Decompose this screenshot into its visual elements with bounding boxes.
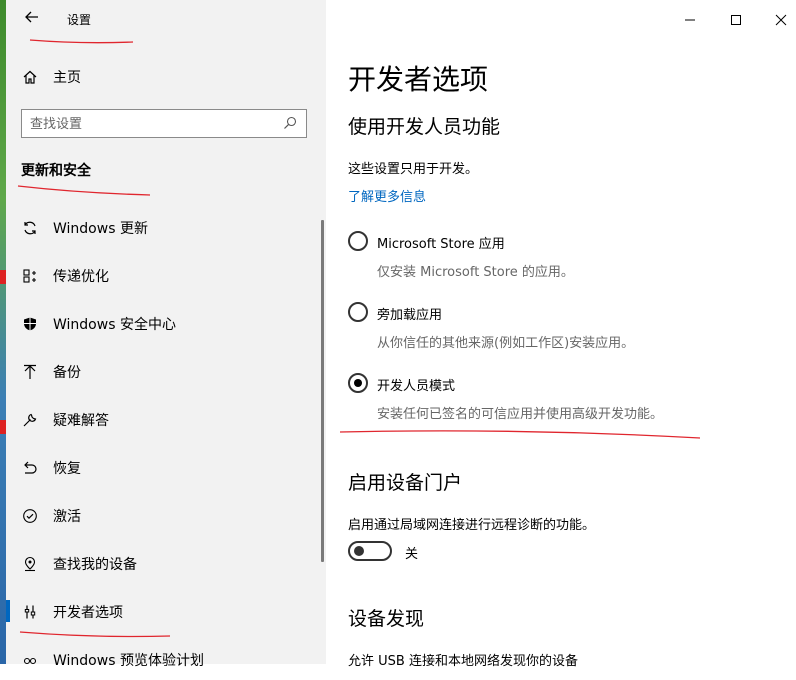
- device-portal-description: 启用通过局域网连接进行远程诊断的功能。: [348, 518, 596, 533]
- device-portal-heading: 启用设备门户: [348, 472, 463, 494]
- sidebar-item-label: 开发者选项: [53, 605, 123, 621]
- sidebar-item-label: 恢复: [53, 461, 81, 477]
- page-title: 开发者选项: [348, 63, 489, 96]
- sync-icon: [21, 219, 39, 237]
- radio-label[interactable]: Microsoft Store 应用: [377, 233, 505, 252]
- sidebar-item-backup[interactable]: 备份: [6, 352, 326, 392]
- sidebar-item-windows-security[interactable]: Windows 安全中心: [6, 304, 326, 344]
- sidebar-item-windows-insider[interactable]: Windows 预览体验计划: [6, 640, 326, 680]
- sidebar: 设置 主页 更新和安全 Windows 更新 传递优化 Windows 安全中心: [6, 0, 326, 669]
- radio-description: 仅安装 Microsoft Store 的应用。: [377, 265, 574, 280]
- sidebar-item-find-my-device[interactable]: 查找我的设备: [6, 544, 326, 584]
- sidebar-item-label: 激活: [53, 509, 81, 525]
- sidebar-item-label: Windows 预览体验计划: [53, 653, 204, 669]
- back-button[interactable]: [20, 8, 44, 32]
- device-discovery-heading: 设备发现: [348, 608, 425, 630]
- learn-more-link[interactable]: 了解更多信息: [348, 186, 426, 205]
- device-portal-toggle[interactable]: [348, 541, 392, 561]
- radio-sideload-apps[interactable]: [348, 302, 368, 322]
- find-device-icon: [21, 555, 39, 573]
- delivery-optimization-icon: [21, 267, 39, 285]
- toggle-state-label: 关: [405, 547, 419, 562]
- app-title: 设置: [67, 13, 92, 27]
- sidebar-item-label: 传递优化: [53, 269, 109, 285]
- search-input[interactable]: [30, 114, 270, 134]
- search-box[interactable]: [21, 109, 307, 138]
- sidebar-item-label: 主页: [53, 70, 81, 86]
- sidebar-item-label: 疑难解答: [53, 413, 109, 429]
- main-pane: 开发者选项 使用开发人员功能 这些设置只用于开发。 了解更多信息 Microso…: [326, 0, 796, 669]
- insider-icon: [21, 651, 39, 669]
- backup-arrow-icon: [21, 363, 39, 381]
- sidebar-item-activation[interactable]: 激活: [6, 496, 326, 536]
- sidebar-item-label: 查找我的设备: [53, 557, 137, 573]
- wrench-icon: [21, 411, 39, 429]
- section-title: 更新和安全: [21, 163, 91, 179]
- dev-features-heading: 使用开发人员功能: [348, 116, 501, 138]
- search-icon[interactable]: [282, 115, 300, 133]
- sidebar-item-developer-options[interactable]: 开发者选项: [6, 592, 326, 632]
- dev-only-text: 这些设置只用于开发。: [348, 162, 479, 177]
- maximize-icon: [731, 15, 741, 25]
- minimize-button[interactable]: [675, 6, 705, 34]
- radio-store-apps[interactable]: [348, 231, 368, 251]
- radio-developer-mode[interactable]: [348, 373, 368, 393]
- recovery-icon: [21, 459, 39, 477]
- sidebar-item-recovery[interactable]: 恢复: [6, 448, 326, 488]
- close-button[interactable]: [766, 6, 796, 34]
- maximize-button[interactable]: [721, 6, 751, 34]
- sidebar-scrollbar[interactable]: [321, 220, 324, 562]
- back-arrow-icon: [25, 11, 38, 23]
- developer-tools-icon: [21, 603, 39, 621]
- radio-description: 从你信任的其他来源(例如工作区)安装应用。: [377, 336, 635, 351]
- radio-label[interactable]: 旁加载应用: [377, 304, 442, 323]
- sidebar-item-label: Windows 更新: [53, 221, 148, 237]
- home-icon: [21, 68, 39, 86]
- sidebar-item-label: Windows 安全中心: [53, 317, 176, 333]
- radio-description: 安装任何已签名的可信应用并使用高级开发功能。: [377, 407, 664, 422]
- sidebar-item-home[interactable]: 主页: [6, 62, 326, 92]
- minimize-icon: [685, 19, 695, 21]
- device-discovery-description: 允许 USB 连接和本地网络发现你的设备: [348, 654, 578, 669]
- sidebar-item-delivery-optimization[interactable]: 传递优化: [6, 256, 326, 296]
- sidebar-item-windows-update[interactable]: Windows 更新: [6, 208, 326, 248]
- radio-label[interactable]: 开发人员模式: [377, 375, 455, 394]
- close-icon: [775, 14, 787, 26]
- shield-icon: [21, 315, 39, 333]
- sidebar-item-label: 备份: [53, 365, 81, 381]
- sidebar-item-troubleshoot[interactable]: 疑难解答: [6, 400, 326, 440]
- check-circle-icon: [21, 507, 39, 525]
